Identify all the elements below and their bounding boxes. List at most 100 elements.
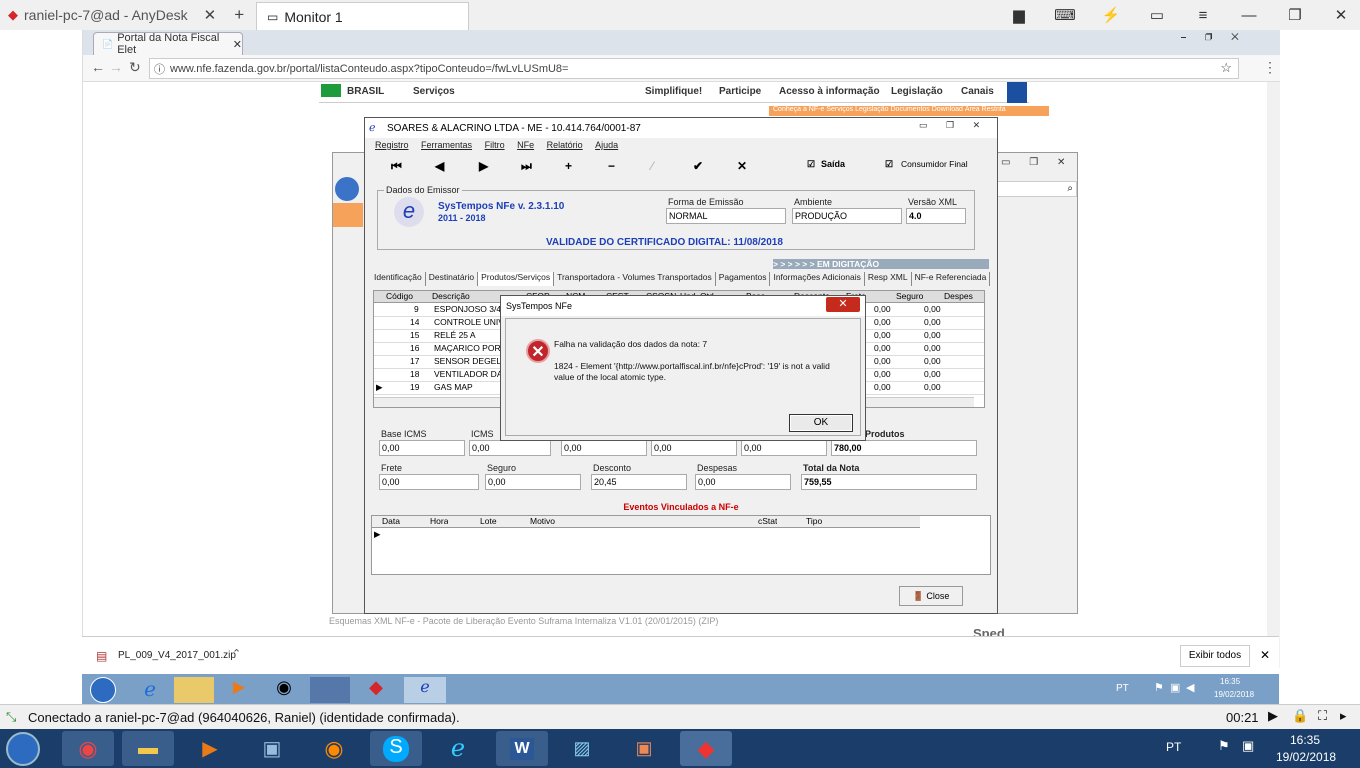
restore-icon[interactable]: ❐: [1272, 0, 1318, 30]
bg-window-controls[interactable]: ▭ ❐ ✕: [1001, 157, 1073, 168]
col-tipo[interactable]: Tipo: [806, 516, 822, 526]
col-hora[interactable]: Hora: [430, 516, 448, 526]
menu-ferramentas[interactable]: Ferramentas: [421, 140, 472, 150]
back-icon[interactable]: [335, 177, 359, 201]
menu-nfe[interactable]: NFe: [517, 140, 534, 150]
word-taskbar-icon[interactable]: W: [496, 731, 548, 766]
remote-clock-date[interactable]: 19/02/2018: [1214, 690, 1254, 699]
gov-link-canais[interactable]: Canais: [961, 86, 994, 97]
tab-produtos[interactable]: Produtos/Serviços: [478, 272, 555, 286]
close-icon[interactable]: ✕: [1318, 0, 1360, 30]
close-tab-icon[interactable]: ✕: [233, 38, 242, 51]
page-link-schema[interactable]: Esquemas XML NF-e - Pacote de Liberação …: [329, 616, 718, 626]
frete-field[interactable]: 0,00: [379, 474, 479, 490]
forma-emissao-field[interactable]: NORMAL: [666, 208, 786, 224]
saida-checkbox[interactable]: ☑: [807, 159, 815, 170]
app-taskbar-icon[interactable]: ▣: [618, 731, 670, 766]
overflow-icon[interactable]: ▸: [1340, 708, 1347, 724]
chrome-menu-icon[interactable]: ⋮: [1263, 59, 1277, 76]
menu-icon[interactable]: ≡: [1180, 0, 1226, 30]
tab-resp-xml[interactable]: Resp XML: [865, 272, 912, 286]
remote-lang[interactable]: PT: [1116, 683, 1129, 694]
consumidor-checkbox[interactable]: ☑: [885, 159, 893, 170]
action-center-icon[interactable]: ⚑: [1218, 738, 1230, 754]
menu-ajuda[interactable]: Ajuda: [595, 140, 618, 150]
gov-link-acesso[interactable]: Acesso à informação: [779, 86, 880, 97]
icms-field[interactable]: 0,00: [469, 440, 551, 456]
seguro-field[interactable]: 0,00: [485, 474, 581, 490]
keyboard-icon[interactable]: ⌨: [1042, 0, 1088, 30]
next-record-icon[interactable]: ▶: [479, 159, 488, 173]
col-despesas[interactable]: Despes: [944, 291, 973, 301]
remote-nfe-app-icon[interactable]: ℯ: [404, 677, 446, 703]
reload-icon[interactable]: ↻: [129, 59, 141, 76]
prev-record-icon[interactable]: ◀: [435, 159, 444, 173]
remote-media-icon[interactable]: ▶: [219, 677, 259, 703]
col-codigo[interactable]: Código: [386, 291, 413, 301]
close-tab-icon[interactable]: ✕: [204, 6, 217, 24]
screenshot-icon[interactable]: ⛶: [1318, 708, 1327, 724]
tab-info-adicionais[interactable]: Informações Adicionais: [770, 272, 865, 286]
col-data[interactable]: Data: [382, 516, 400, 526]
minimize-icon[interactable]: —: [1226, 0, 1272, 30]
gov-brasil-link[interactable]: BRASIL: [347, 86, 384, 97]
chevron-up-icon[interactable]: ⌃: [232, 647, 241, 660]
tab-transportadora[interactable]: Transportadora - Volumes Transportados: [554, 272, 716, 286]
dialog-close-icon[interactable]: ✕: [826, 297, 860, 312]
local-clock-date[interactable]: 19/02/2018: [1276, 750, 1336, 764]
gov-link-participe[interactable]: Participe: [719, 86, 761, 97]
ok-button[interactable]: OK: [789, 414, 853, 432]
first-record-icon[interactable]: ⏮: [391, 159, 402, 174]
remote-chrome-icon[interactable]: ◉: [264, 677, 304, 703]
anydesk-session-tab[interactable]: ◆ raniel-pc-7@ad - AnyDesk ✕ +: [0, 0, 256, 30]
versao-xml-field[interactable]: 4.0: [906, 208, 966, 224]
last-record-icon[interactable]: ⏭: [521, 159, 532, 174]
anydesk-taskbar-icon[interactable]: ◆: [680, 731, 732, 766]
ie-taskbar-icon[interactable]: ℯ: [432, 731, 484, 766]
chrome-taskbar-icon[interactable]: ◉: [62, 731, 114, 766]
close-download-bar-icon[interactable]: ✕: [1260, 648, 1270, 662]
tab-destinatario[interactable]: Destinatário: [426, 272, 479, 286]
page-scrollbar[interactable]: [1267, 82, 1280, 668]
portal-orange-menu[interactable]: Conheça a NF-e Serviços Legislação Docum…: [769, 106, 1049, 116]
network-icon[interactable]: ▣: [1242, 738, 1254, 754]
lock-icon[interactable]: 🔒: [1292, 708, 1308, 724]
insert-icon[interactable]: +: [565, 159, 572, 173]
col-lote[interactable]: Lote: [480, 516, 497, 526]
local-lang[interactable]: PT: [1166, 740, 1181, 754]
browser-window-controls[interactable]: ⎯ ❐ ✕: [1181, 32, 1247, 43]
cancel-icon[interactable]: ✕: [737, 159, 747, 173]
eventos-grid[interactable]: Data Hora Lote Motivo cStat Tipo ▶: [371, 515, 991, 575]
despesas-field[interactable]: 0,00: [695, 474, 791, 490]
record-icon[interactable]: ▶: [1268, 708, 1278, 724]
tab-pagamentos[interactable]: Pagamentos: [716, 272, 771, 286]
remote-desktop-taskbar-icon[interactable]: ▣: [246, 731, 298, 766]
forward-icon[interactable]: →: [109, 59, 123, 75]
home-icon[interactable]: [333, 203, 363, 227]
total-produtos-field[interactable]: 780,00: [831, 440, 977, 456]
tab-nfe-referenciada[interactable]: NF-e Referenciada: [912, 272, 991, 286]
desconto-field[interactable]: 20,45: [591, 474, 687, 490]
accessibility-icon[interactable]: [1007, 82, 1027, 103]
explorer-taskbar-icon[interactable]: ▬: [122, 731, 174, 766]
firefox-taskbar-icon[interactable]: ◉: [308, 731, 360, 766]
gov-servicos-link[interactable]: Serviços: [413, 86, 455, 97]
total-nota-field[interactable]: 759,55: [801, 474, 977, 490]
remote-network-status-icon[interactable]: ▣: [1170, 681, 1180, 694]
display-icon[interactable]: ▭: [1134, 0, 1180, 30]
back-icon[interactable]: ←: [91, 59, 105, 75]
col-seguro[interactable]: Seguro: [896, 291, 923, 301]
col-cstat[interactable]: cStat: [758, 516, 777, 526]
local-clock-time[interactable]: 16:35: [1290, 733, 1320, 747]
show-all-button[interactable]: Exibir todos: [1180, 645, 1250, 667]
menu-filtro[interactable]: Filtro: [485, 140, 505, 150]
chat-icon[interactable]: ▆: [996, 0, 1042, 30]
hidden-field-c[interactable]: 0,00: [561, 440, 647, 456]
hidden-field-e[interactable]: 0,00: [741, 440, 827, 456]
remote-start-icon[interactable]: [90, 677, 116, 703]
gov-link-simplifique[interactable]: Simplifique!: [645, 86, 702, 97]
media-taskbar-icon[interactable]: ▶: [184, 731, 236, 766]
new-tab-icon[interactable]: +: [234, 5, 244, 25]
photos-taskbar-icon[interactable]: ▨: [556, 731, 608, 766]
remote-ie-icon[interactable]: ℯ: [130, 677, 170, 703]
